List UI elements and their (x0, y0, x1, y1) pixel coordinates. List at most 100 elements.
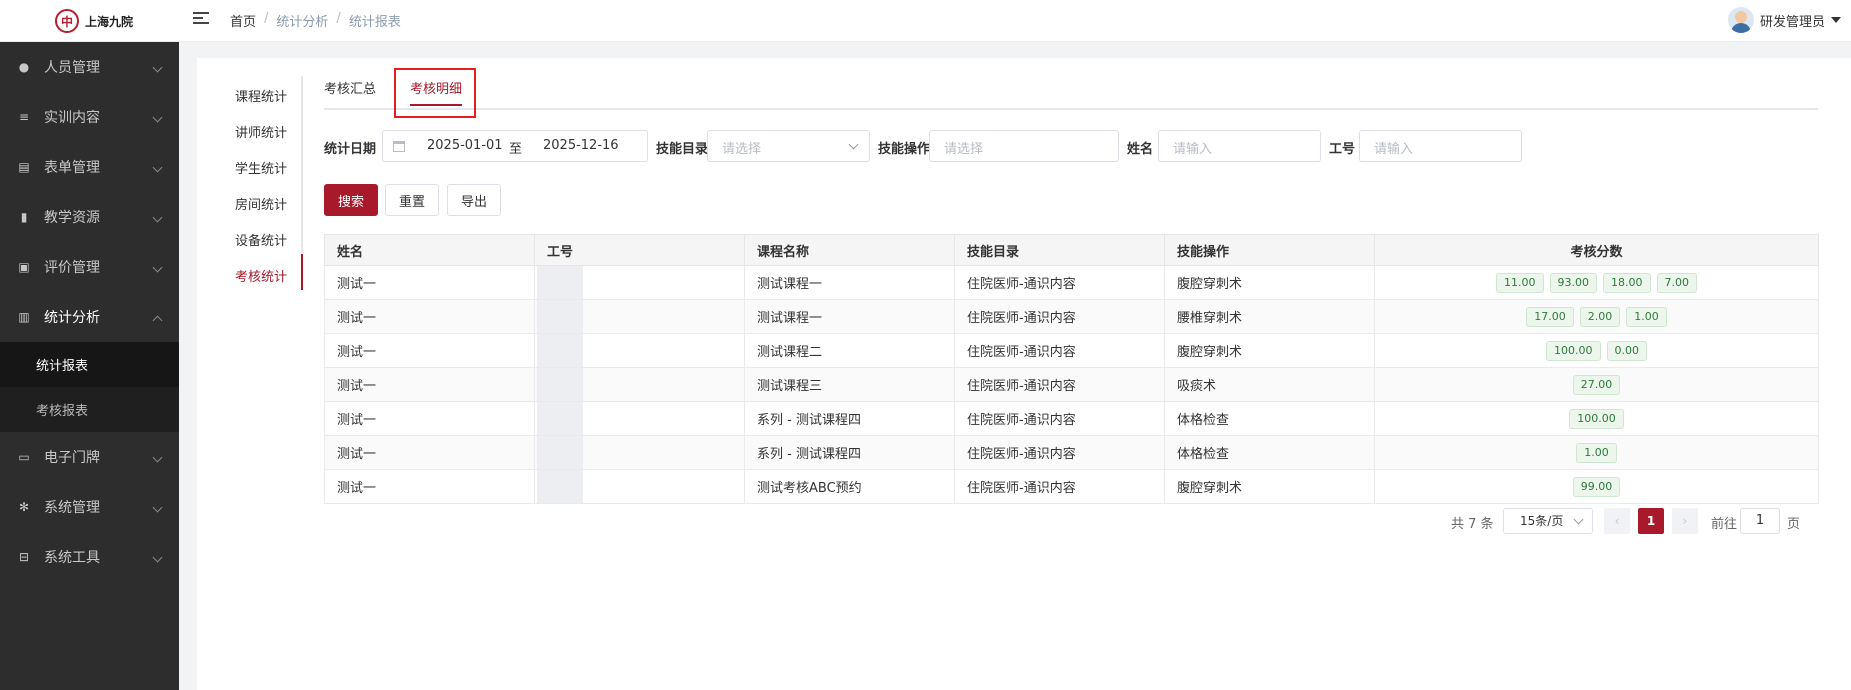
skill-op-select[interactable]: 请选择 (929, 130, 1119, 162)
sidebar-item-label: 教学资源 (44, 210, 100, 226)
logo[interactable]: 中 上海九院 (55, 8, 133, 34)
sidebar-subitem-exam-report[interactable]: 考核报表 (0, 387, 179, 432)
breadcrumb-report: 统计报表 (348, 15, 401, 30)
cell-course: 系列 - 测试课程四 (744, 401, 955, 436)
subnav-student-stats[interactable]: 学生统计 (235, 152, 301, 188)
subnav-course-stats[interactable]: 课程统计 (235, 80, 301, 116)
sidebar-item-label: 电子门牌 (44, 450, 100, 466)
sidebar: ● 人员管理 ≡ 实训内容 ▤ 表单管理 ▮ 教学资源 ▣ 评价管理 ▥ 统计分析 统计报表… (0, 42, 179, 690)
page-number-current[interactable]: 1 (1638, 508, 1664, 534)
breadcrumb-separator: / (264, 11, 269, 26)
stats-subnav: 课程统计 讲师统计 学生统计 房间统计 设备统计 考核统计 (235, 80, 301, 296)
menu-toggle-icon[interactable] (193, 12, 209, 26)
cell-name: 测试一 (324, 469, 535, 504)
sidebar-item-training[interactable]: ≡ 实训内容 (0, 92, 179, 142)
next-page-button[interactable]: › (1672, 508, 1698, 534)
subnav-room-stats[interactable]: 房间统计 (235, 188, 301, 224)
sidebar-subitem-stats-report[interactable]: 统计报表 (0, 342, 179, 387)
cell-skill-op: 腹腔穿刺术 (1164, 265, 1375, 300)
redacted-id (537, 436, 583, 469)
gear-icon: ✻ (18, 500, 30, 514)
cell-skill-op: 腹腔穿刺术 (1164, 333, 1375, 368)
table-row[interactable]: 测试一 测试考核ABC预约 住院医师-通识内容 腹腔穿刺术 99.00 (324, 469, 1819, 504)
column-header-course[interactable]: 课程名称 (744, 234, 955, 266)
page-size-value: 15条/页 (1520, 514, 1564, 528)
cell-scores: 27.00 (1374, 367, 1819, 402)
column-header-skill-dir[interactable]: 技能目录 (954, 234, 1165, 266)
subnav-exam-stats[interactable]: 考核统计 (235, 260, 301, 296)
bar-chart-icon: ▥ (18, 310, 30, 324)
sidebar-item-resources[interactable]: ▮ 教学资源 (0, 192, 179, 242)
goto-page-input[interactable]: 1 (1740, 508, 1780, 534)
table-row[interactable]: 测试一 系列 - 测试课程四 住院医师-通识内容 体格检查 1.00 (324, 435, 1819, 470)
table-row[interactable]: 测试一 测试课程一 住院医师-通识内容 腹腔穿刺术 11.00 93.00 18.00 7.0… (324, 265, 1819, 300)
cell-name: 测试一 (324, 265, 535, 300)
name-input[interactable]: 请输入 (1158, 130, 1321, 162)
list-icon: ≡ (18, 110, 30, 124)
subnav-active-indicator (301, 254, 303, 290)
cell-id (534, 333, 745, 368)
exam-detail-table: 姓名 工号 课程名称 技能目录 技能操作 考核分数 测试一 测试课程一 住院医师-通… (324, 234, 1819, 504)
cell-skill-dir: 住院医师-通识内容 (954, 367, 1165, 402)
page-size-select[interactable]: 15条/页 (1503, 508, 1593, 534)
cell-scores: 100.00 (1374, 401, 1819, 436)
score-tag: 7.00 (1656, 272, 1697, 293)
monitor-icon: ▭ (18, 450, 30, 464)
score-tag: 2.00 (1579, 306, 1621, 327)
cell-skill-dir: 住院医师-通识内容 (954, 265, 1165, 300)
sidebar-item-evaluation[interactable]: ▣ 评价管理 (0, 242, 179, 292)
column-header-id[interactable]: 工号 (534, 234, 745, 266)
table-row[interactable]: 测试一 测试课程二 住院医师-通识内容 腹腔穿刺术 100.00 0.00 (324, 333, 1819, 368)
redacted-id (537, 334, 583, 367)
prev-page-button[interactable]: ‹ (1604, 508, 1630, 534)
subnav-lecturer-stats[interactable]: 讲师统计 (235, 116, 301, 152)
cell-skill-op: 体格检查 (1164, 401, 1375, 436)
export-button[interactable]: 导出 (447, 184, 501, 216)
breadcrumb-stats[interactable]: 统计分析 (276, 11, 328, 30)
tab-exam-summary[interactable]: 考核汇总 (324, 74, 376, 110)
column-header-name[interactable]: 姓名 (324, 234, 535, 266)
breadcrumb: 首页 / 统计分析 / 统计报表 (230, 11, 401, 30)
sidebar-item-forms[interactable]: ▤ 表单管理 (0, 142, 179, 192)
chevron-down-icon (152, 262, 163, 273)
skill-dir-select[interactable]: 请选择 (707, 130, 870, 162)
cell-name: 测试一 (324, 333, 535, 368)
chevron-down-icon (1573, 514, 1584, 525)
table-row[interactable]: 测试一 测试课程一 住院医师-通识内容 腰椎穿刺术 17.00 2.00 1.00 (324, 299, 1819, 334)
user-menu[interactable]: 研发管理员 (1727, 7, 1841, 33)
chevron-down-icon (152, 502, 163, 513)
cell-name: 测试一 (324, 401, 535, 436)
column-header-skill-op[interactable]: 技能操作 (1164, 234, 1375, 266)
cell-skill-dir: 住院医师-通识内容 (954, 299, 1165, 334)
search-button[interactable]: 搜索 (324, 184, 378, 216)
column-header-scores[interactable]: 考核分数 (1374, 234, 1819, 266)
redacted-id (537, 470, 583, 503)
breadcrumb-home[interactable]: 首页 (230, 11, 256, 30)
score-tag: 0.00 (1606, 340, 1647, 361)
sidebar-item-personnel[interactable]: ● 人员管理 (0, 42, 179, 92)
sidebar-item-statistics[interactable]: ▥ 统计分析 (0, 292, 179, 342)
cell-name: 测试一 (324, 435, 535, 470)
sidebar-item-system[interactable]: ✻ 系统管理 (0, 482, 179, 532)
subnav-device-stats[interactable]: 设备统计 (235, 224, 301, 260)
skill-op-label: 技能操作 (878, 142, 931, 157)
logo-text: 上海九院 (85, 14, 134, 29)
skill-dir-label: 技能目录 (656, 142, 709, 157)
top-header: 中 上海九院 首页 / 统计分析 / 统计报表 研发管理员 (0, 0, 1851, 42)
id-label: 工号 (1329, 142, 1356, 157)
logo-mark-icon: 中 (55, 9, 79, 33)
table-row[interactable]: 测试一 系列 - 测试课程四 住院医师-通识内容 体格检查 100.00 (324, 401, 1819, 436)
reset-button[interactable]: 重置 (385, 184, 439, 216)
name-label: 姓名 (1127, 142, 1154, 157)
cell-course: 测试课程二 (744, 333, 955, 368)
table-row[interactable]: 测试一 测试课程三 住院医师-通识内容 吸痰术 27.00 (324, 367, 1819, 402)
date-end: 2025-12-16 (543, 138, 619, 153)
id-input[interactable]: 请输入 (1359, 130, 1522, 162)
redacted-id (537, 300, 583, 333)
score-tag: 1.00 (1626, 306, 1667, 327)
filter-bar: 统计日期 2025-01-01 至 2025-12-16 技能目录 请选择 技能… (324, 130, 1824, 164)
date-range-picker[interactable]: 2025-01-01 至 2025-12-16 (382, 130, 648, 162)
sidebar-item-tools[interactable]: ⊟ 系统工具 (0, 532, 179, 582)
sidebar-item-doorplate[interactable]: ▭ 电子门牌 (0, 432, 179, 482)
sidebar-submenu-statistics: 统计报表 考核报表 (0, 342, 179, 432)
